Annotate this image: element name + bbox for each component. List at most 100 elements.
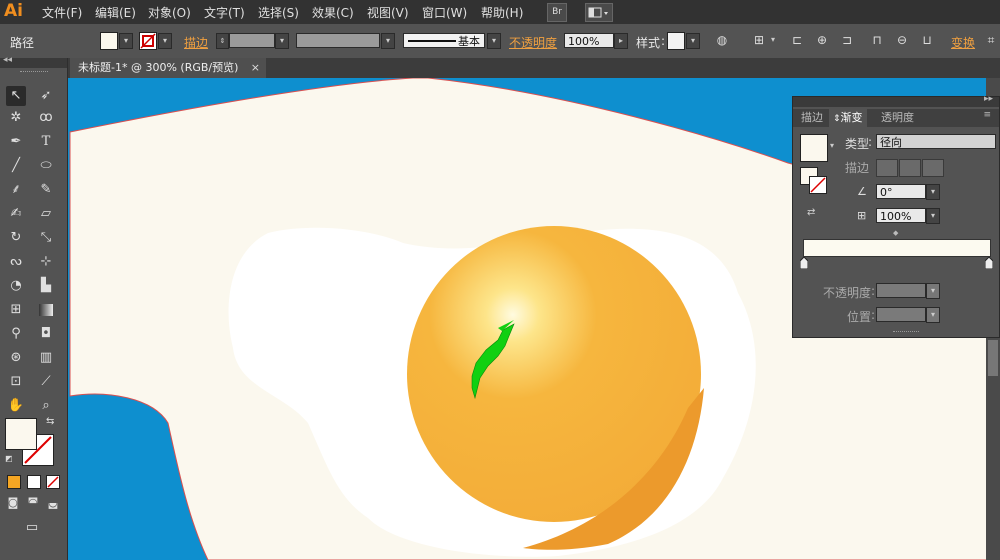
stop-location-dropdown[interactable]: ▾ <box>926 307 940 323</box>
brush-definition-field[interactable]: 基本 <box>403 33 485 48</box>
stroke-across-icon[interactable] <box>922 159 944 177</box>
draw-inside-icon[interactable]: ◛ <box>45 495 61 511</box>
panel-resize-grip[interactable] <box>893 331 919 335</box>
shape-builder-icon[interactable]: ◔ <box>6 276 26 296</box>
eraser-icon[interactable]: ▱ <box>36 204 56 224</box>
pencil-icon[interactable]: ✎ <box>36 180 56 200</box>
stroke-within-icon[interactable] <box>876 159 898 177</box>
perspective-grid-icon[interactable]: ▙ <box>36 276 56 296</box>
graphic-style-dropdown[interactable]: ▾ <box>686 33 700 49</box>
none-mode-icon[interactable] <box>46 475 60 489</box>
aspect-ratio-dropdown[interactable]: ▾ <box>926 208 940 224</box>
gradient-slider[interactable] <box>803 239 991 257</box>
menu-edit[interactable]: 编辑(E) <box>95 4 136 21</box>
brush-dropdown[interactable]: ▾ <box>487 33 501 49</box>
reverse-gradient-icon[interactable]: ⇄ <box>807 207 821 223</box>
variable-width-profile[interactable] <box>296 33 380 48</box>
pen-icon[interactable]: ✒ <box>6 132 26 152</box>
draw-normal-icon[interactable]: ◙ <box>5 495 21 511</box>
gradient-stop-right[interactable] <box>984 256 994 270</box>
scale-icon[interactable]: ⤡ <box>36 228 56 248</box>
align-right-icon[interactable]: ⊐ <box>840 33 854 47</box>
gradient-stroke-swatch[interactable] <box>809 176 827 194</box>
draw-behind-icon[interactable]: ◚ <box>25 495 41 511</box>
align-center-icon[interactable]: ⊕ <box>815 33 829 47</box>
screen-mode-icon[interactable]: ▭ <box>20 518 44 538</box>
eyedropper-icon[interactable]: ⚲ <box>6 324 26 344</box>
profile-dropdown[interactable]: ▾ <box>381 33 395 49</box>
rotate-icon[interactable]: ↻ <box>6 228 26 248</box>
fill-color-box[interactable] <box>5 418 37 450</box>
collapse-icon[interactable]: ◂◂ <box>3 55 12 65</box>
opacity-field[interactable]: 100% <box>564 33 614 48</box>
graphic-style-swatch[interactable] <box>667 32 685 50</box>
gradient-stop-left[interactable] <box>799 256 809 270</box>
menu-effect[interactable]: 效果(C) <box>312 4 354 21</box>
isolate-icon[interactable]: ⌗ <box>984 33 998 47</box>
tools-grip[interactable] <box>20 71 48 75</box>
fill-dropdown[interactable]: ▾ <box>119 33 133 49</box>
align-to-dropdown[interactable]: ▾ <box>767 33 779 47</box>
angle-dropdown[interactable]: ▾ <box>926 184 940 200</box>
selection-tool-icon[interactable]: ↖ <box>6 86 26 106</box>
arrange-documents-button[interactable] <box>585 3 613 22</box>
blend-icon[interactable]: ◘ <box>36 324 56 344</box>
midpoint-diamond-icon[interactable]: ◆ <box>893 229 898 237</box>
zoom-icon[interactable]: ⌕ <box>36 396 56 416</box>
slice-icon[interactable]: ⟋ <box>36 372 56 392</box>
align-left-icon[interactable]: ⊏ <box>790 33 804 47</box>
recolor-artwork-icon[interactable]: ◍ <box>715 33 729 47</box>
paintbrush-icon[interactable]: ⸙ <box>6 180 26 200</box>
stroke-weight-stepper[interactable]: ⇕ <box>216 33 229 49</box>
stop-location-field[interactable] <box>876 307 926 322</box>
tab-stroke[interactable]: 描边 <box>797 109 827 127</box>
lasso-icon[interactable]: ꝏ <box>36 108 56 128</box>
tab-gradient[interactable]: ⇕渐变 <box>829 109 867 127</box>
blob-brush-icon[interactable]: ✍ <box>6 204 26 224</box>
panel-menu-icon[interactable]: ≡ <box>983 110 991 120</box>
opacity-label[interactable]: 不透明度 <box>509 34 557 51</box>
scrollbar-thumb[interactable] <box>988 340 998 376</box>
direct-selection-icon[interactable]: ➶ <box>36 86 56 106</box>
angle-field[interactable]: 0° <box>876 184 926 199</box>
tools-panel-header[interactable]: ◂◂ <box>0 55 67 68</box>
transform-label[interactable]: 变换 <box>951 34 975 51</box>
menu-window[interactable]: 窗口(W) <box>422 4 467 21</box>
bridge-button[interactable]: Br <box>547 3 567 22</box>
menu-select[interactable]: 选择(S) <box>258 4 299 21</box>
free-transform-icon[interactable]: ⊹ <box>36 252 56 272</box>
menu-file[interactable]: 文件(F) <box>42 4 82 21</box>
stroke-label[interactable]: 描边 <box>184 34 208 51</box>
panel-title-bar[interactable]: ▸▸ <box>793 94 999 107</box>
menu-object[interactable]: 对象(O) <box>148 4 191 21</box>
stroke-weight-field[interactable] <box>229 33 275 48</box>
stroke-along-icon[interactable] <box>899 159 921 177</box>
close-icon[interactable]: × <box>251 58 260 78</box>
document-tab[interactable]: 未标题-1* @ 300% (RGB/预览) × <box>70 58 266 78</box>
menu-view[interactable]: 视图(V) <box>367 4 409 21</box>
stroke-weight-dropdown[interactable]: ▾ <box>275 33 289 49</box>
hand-icon[interactable]: ✋ <box>6 396 26 416</box>
line-icon[interactable]: ╱ <box>6 156 26 176</box>
color-mode-icon[interactable] <box>7 475 21 489</box>
gradient-preview-swatch[interactable] <box>800 134 828 162</box>
gradient-preset-dropdown[interactable]: ▾ <box>830 141 834 150</box>
mesh-icon[interactable]: ⊞ <box>6 300 26 320</box>
default-colors-icon[interactable]: ◩ <box>5 454 13 463</box>
opacity-dropdown[interactable]: ▸ <box>614 33 628 49</box>
column-graph-icon[interactable]: ▥ <box>36 348 56 368</box>
ellipse-icon[interactable]: ⬭ <box>36 156 56 176</box>
panel-collapse-icon[interactable]: ▸▸ <box>984 94 993 104</box>
symbol-sprayer-icon[interactable]: ⊛ <box>6 348 26 368</box>
type-icon[interactable]: T <box>36 132 56 152</box>
stop-opacity-dropdown[interactable]: ▾ <box>926 283 940 299</box>
fill-swatch[interactable] <box>100 32 118 50</box>
stroke-swatch[interactable] <box>139 32 157 50</box>
align-top-icon[interactable]: ⊓ <box>870 33 884 47</box>
stroke-dropdown[interactable]: ▾ <box>158 33 172 49</box>
align-bottom-icon[interactable]: ⊔ <box>920 33 934 47</box>
magic-wand-icon[interactable]: ✲ <box>6 108 26 128</box>
aspect-ratio-field[interactable]: 100% <box>876 208 926 223</box>
artboard-icon[interactable]: ⊡ <box>6 372 26 392</box>
align-middle-icon[interactable]: ⊖ <box>895 33 909 47</box>
